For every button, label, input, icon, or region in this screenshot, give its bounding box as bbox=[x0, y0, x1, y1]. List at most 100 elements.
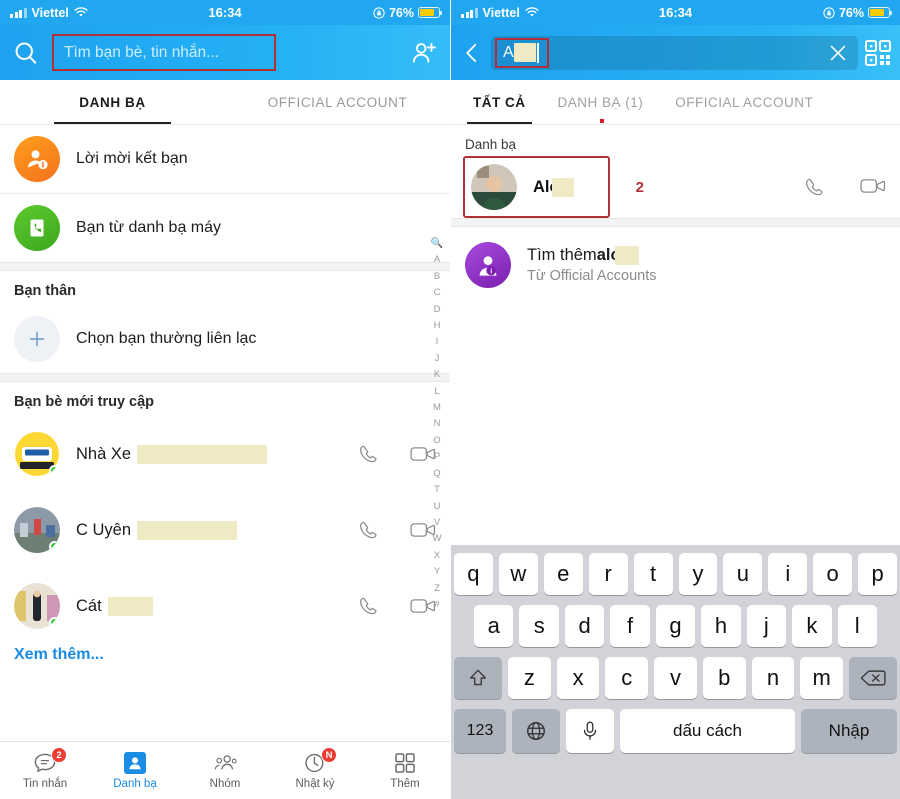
video-camera-icon[interactable] bbox=[860, 176, 886, 196]
redaction-block bbox=[137, 444, 268, 464]
key-e[interactable]: e bbox=[543, 553, 583, 595]
shift-arrow-icon[interactable] bbox=[453, 657, 502, 699]
key-c[interactable]: c bbox=[605, 657, 649, 699]
tab-danh-ba[interactable]: DANH BẠ bbox=[0, 80, 225, 124]
alpha-letter[interactable]: T bbox=[434, 482, 440, 498]
see-more-link[interactable]: Xem thêm... bbox=[14, 646, 104, 663]
key-p[interactable]: p bbox=[858, 553, 898, 595]
friend-request-icon bbox=[14, 136, 60, 182]
clock-diary-icon: N bbox=[302, 747, 337, 775]
keyboard-row-1: q w e r t y u i o p bbox=[453, 553, 898, 595]
key-g[interactable]: g bbox=[655, 605, 696, 647]
globe-icon[interactable] bbox=[512, 709, 560, 753]
alpha-letter[interactable]: O bbox=[433, 433, 440, 449]
key-a[interactable]: a bbox=[474, 605, 514, 647]
tab-official-account[interactable]: OFFICIAL ACCOUNT bbox=[659, 80, 829, 124]
key-h[interactable]: h bbox=[701, 605, 741, 647]
key-m[interactable]: m bbox=[800, 657, 844, 699]
key-d[interactable]: d bbox=[564, 605, 605, 647]
status-bar-right: 76% bbox=[373, 6, 443, 20]
key-t[interactable]: t bbox=[633, 553, 673, 595]
numbers-key[interactable]: 123 bbox=[454, 709, 506, 753]
qr-code-icon[interactable] bbox=[864, 39, 892, 67]
alpha-letter[interactable]: K bbox=[434, 367, 440, 383]
contact-row[interactable]: Cát bbox=[0, 568, 450, 644]
key-y[interactable]: y bbox=[678, 553, 718, 595]
alpha-letter[interactable]: H bbox=[434, 318, 441, 334]
tab-tat-ca[interactable]: TẤT CẢ bbox=[457, 80, 542, 124]
alpha-letter[interactable]: V bbox=[434, 515, 440, 531]
list-item-phonebook[interactable]: Bạn từ danh bạ máy bbox=[0, 194, 450, 262]
search-input[interactable]: Alo bbox=[491, 35, 858, 70]
alpha-letter[interactable]: D bbox=[434, 302, 441, 318]
alpha-letter[interactable]: C bbox=[434, 285, 441, 301]
key-k[interactable]: k bbox=[792, 605, 832, 647]
tabbar-item-more[interactable]: Thêm bbox=[360, 751, 450, 790]
search-icon[interactable] bbox=[12, 39, 40, 67]
tab-official-account[interactable]: OFFICIAL ACCOUNT bbox=[225, 80, 450, 124]
backspace-icon[interactable] bbox=[849, 657, 898, 699]
alphabet-index[interactable]: 🔍 A B C D H I J K L M N O P Q T U V W X … bbox=[427, 236, 447, 613]
alpha-letter[interactable]: N bbox=[434, 416, 441, 432]
search-icon[interactable]: 🔍 bbox=[431, 236, 443, 252]
close-x-icon[interactable] bbox=[826, 41, 850, 65]
phone-icon[interactable] bbox=[357, 443, 380, 466]
alpha-letter[interactable]: B bbox=[434, 269, 440, 285]
phone-icon[interactable] bbox=[357, 519, 380, 542]
alpha-letter[interactable]: A bbox=[434, 252, 440, 268]
alpha-letter[interactable]: J bbox=[435, 351, 440, 367]
alpha-letter[interactable]: U bbox=[434, 499, 441, 515]
list-item-friend-requests[interactable]: Lời mời kết bạn bbox=[0, 125, 450, 193]
online-indicator bbox=[49, 617, 60, 628]
status-bar-right: 76% bbox=[823, 6, 893, 20]
alpha-letter[interactable]: X bbox=[434, 548, 440, 564]
alpha-letter[interactable]: # bbox=[434, 597, 439, 613]
tabbar-item-groups[interactable]: Nhóm bbox=[180, 751, 270, 790]
key-b[interactable]: b bbox=[702, 657, 746, 699]
key-j[interactable]: j bbox=[746, 605, 787, 647]
key-n[interactable]: n bbox=[751, 657, 795, 699]
search-input[interactable]: Tìm bạn bè, tin nhắn... bbox=[52, 34, 276, 71]
avatar bbox=[14, 583, 60, 629]
keyboard-row-3: z x c v b n m bbox=[453, 657, 898, 699]
tab-danh-ba[interactable]: DANH BẠ (1) bbox=[542, 80, 660, 124]
alpha-letter[interactable]: M bbox=[433, 400, 441, 416]
key-o[interactable]: o bbox=[813, 553, 853, 595]
key-f[interactable]: f bbox=[610, 605, 650, 647]
official-account-row[interactable]: i Tìm thêm alo Từ Official Accounts bbox=[451, 227, 900, 303]
alpha-letter[interactable]: W bbox=[433, 531, 442, 547]
avatar bbox=[14, 431, 60, 477]
microphone-icon[interactable] bbox=[566, 709, 614, 753]
key-q[interactable]: q bbox=[453, 553, 493, 595]
search-result-row[interactable]: Alo 2 bbox=[451, 156, 900, 218]
alpha-letter[interactable]: L bbox=[434, 384, 439, 400]
phone-icon[interactable] bbox=[357, 595, 380, 618]
key-s[interactable]: s bbox=[519, 605, 559, 647]
alpha-letter[interactable]: I bbox=[436, 334, 439, 350]
alpha-letter[interactable]: P bbox=[434, 449, 440, 465]
key-v[interactable]: v bbox=[654, 657, 697, 699]
list-item-add-favorite[interactable]: Chọn bạn thường liên lạc bbox=[0, 305, 450, 373]
alpha-letter[interactable]: Y bbox=[434, 564, 440, 580]
tabbar-label: Nhóm bbox=[209, 778, 241, 790]
key-x[interactable]: x bbox=[556, 657, 600, 699]
add-friend-icon[interactable] bbox=[410, 39, 438, 67]
tabbar-item-contacts[interactable]: Danh bạ bbox=[90, 751, 180, 790]
back-chevron-icon[interactable] bbox=[459, 40, 485, 66]
key-l[interactable]: l bbox=[837, 605, 877, 647]
key-w[interactable]: w bbox=[498, 553, 538, 595]
contact-row[interactable]: Nhà Xe bbox=[0, 416, 450, 492]
tabbar-item-diary[interactable]: N Nhật ký bbox=[270, 747, 360, 790]
key-z[interactable]: z bbox=[507, 657, 551, 699]
contact-row[interactable]: C Uyên bbox=[0, 492, 450, 568]
enter-key[interactable]: Nhập bbox=[801, 709, 897, 753]
alpha-letter[interactable]: Z bbox=[434, 581, 440, 597]
message-icon: 2 bbox=[32, 747, 67, 775]
space-key[interactable]: dấu cách bbox=[620, 709, 795, 753]
phone-icon[interactable] bbox=[803, 176, 826, 199]
key-i[interactable]: i bbox=[768, 553, 808, 595]
key-u[interactable]: u bbox=[723, 553, 763, 595]
tabbar-item-messages[interactable]: 2 Tin nhắn bbox=[0, 747, 90, 790]
alpha-letter[interactable]: Q bbox=[433, 466, 440, 482]
key-r[interactable]: r bbox=[588, 553, 628, 595]
